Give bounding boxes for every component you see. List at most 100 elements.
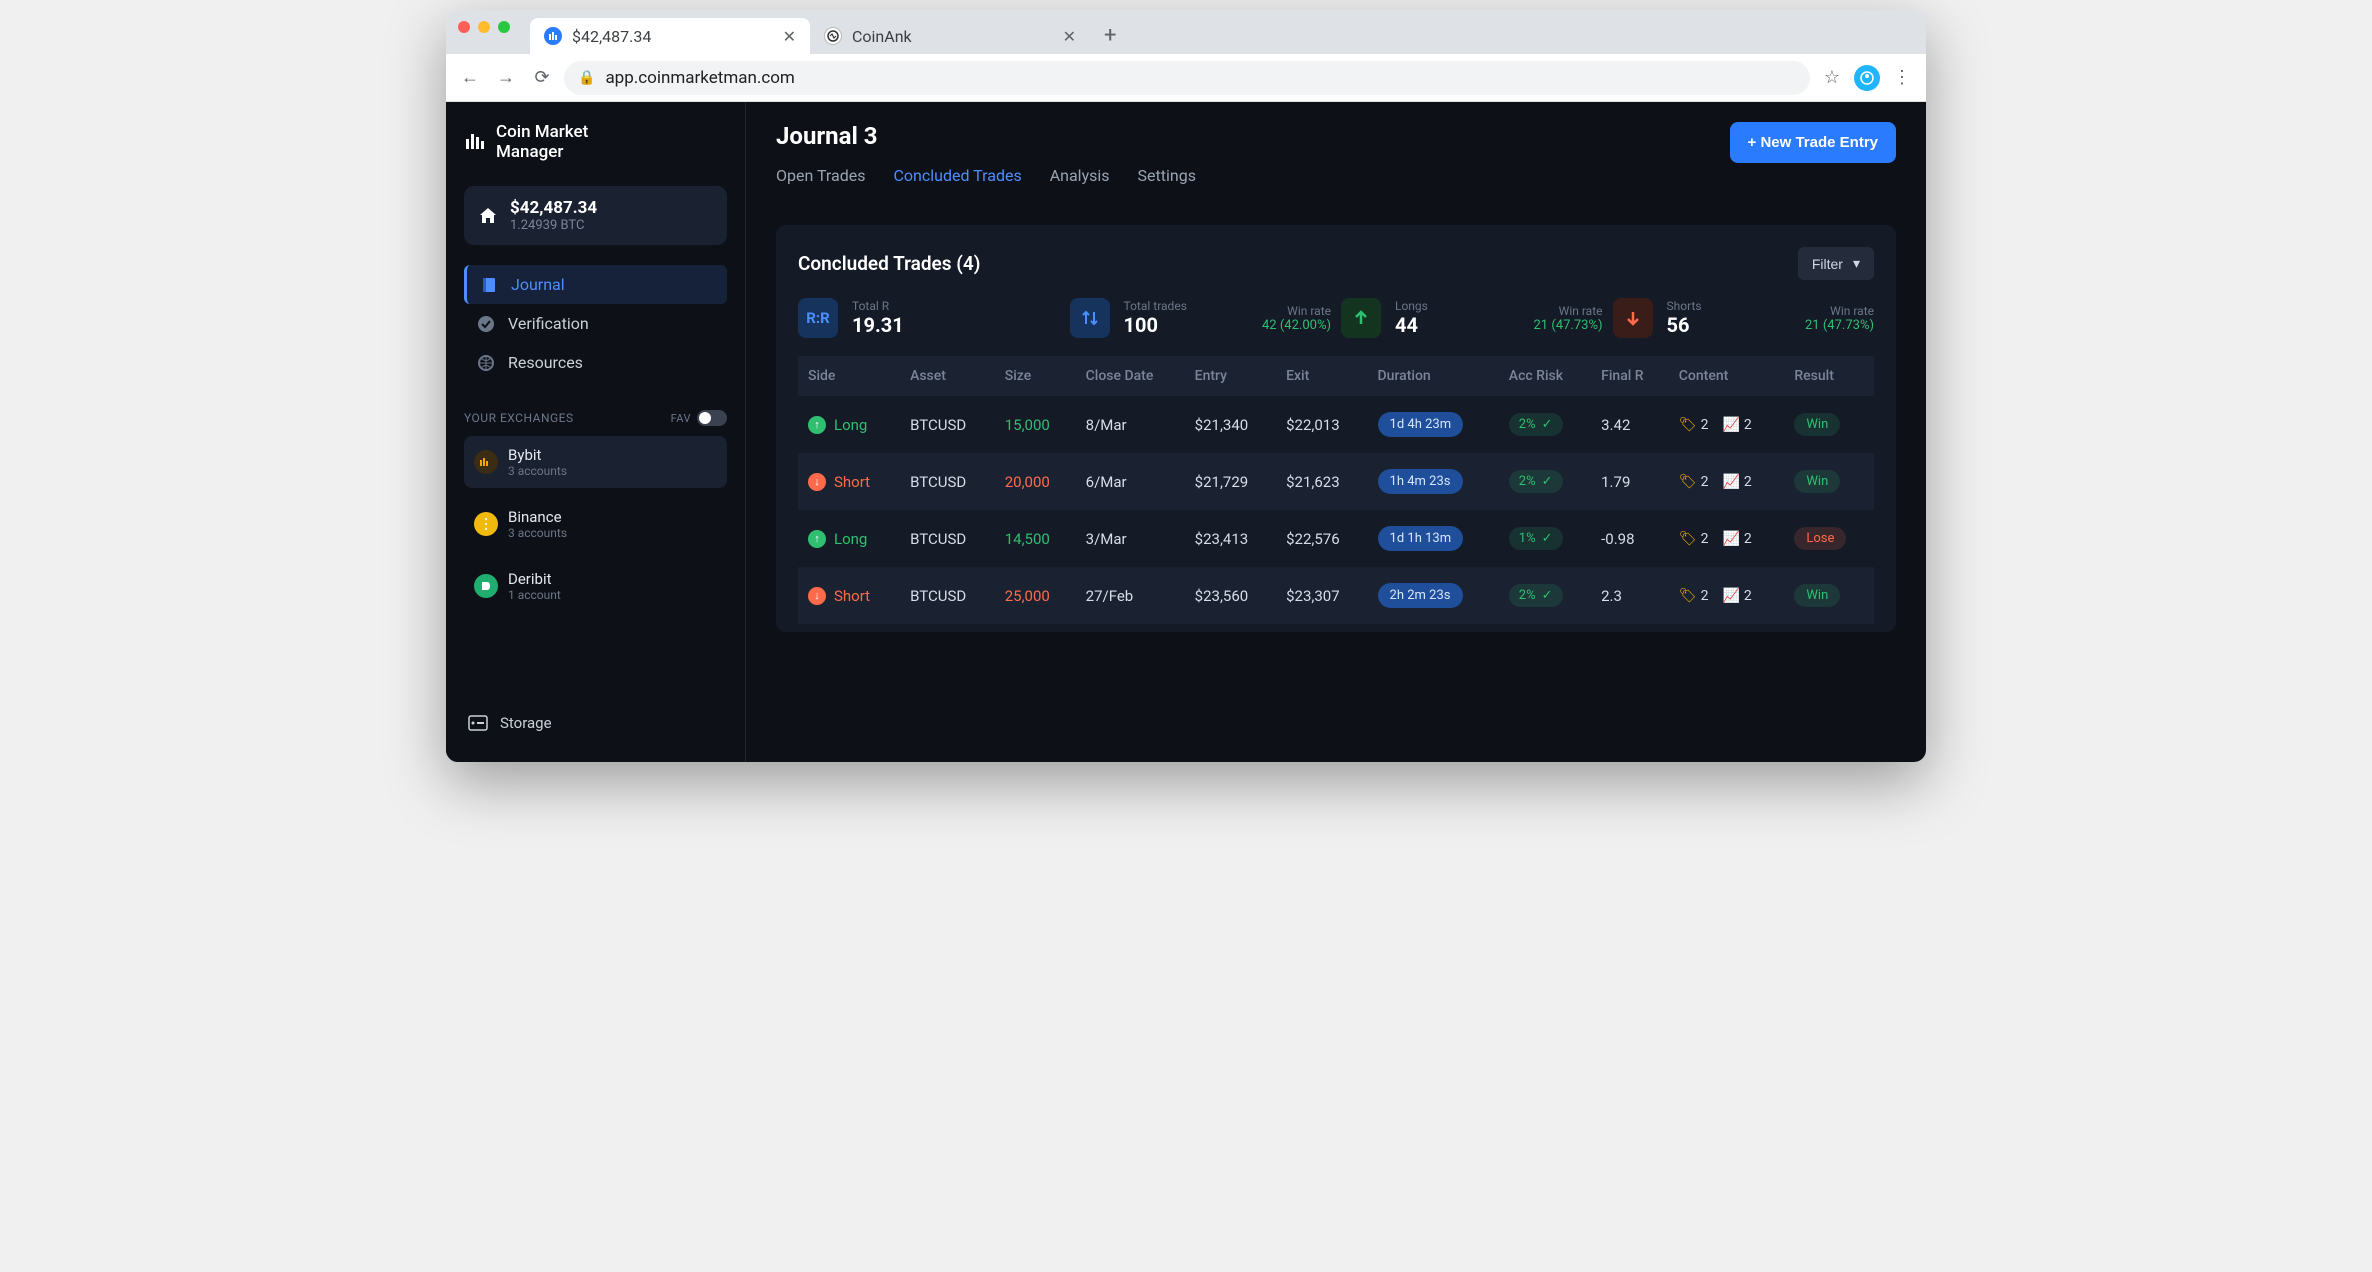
duration-pill: 1h 4m 23s (1378, 469, 1463, 494)
check-circle-icon (476, 315, 496, 333)
chart-line-icon: 📈 (1722, 417, 1739, 433)
result-pill: Win (1794, 584, 1840, 607)
forward-button[interactable]: → (492, 67, 520, 88)
balance-usd: $42,487.34 (510, 198, 597, 218)
cell-entry: $23,413 (1185, 510, 1276, 567)
col-asset[interactable]: Asset (900, 356, 995, 396)
col-exit[interactable]: Exit (1276, 356, 1367, 396)
browser-tab-active[interactable]: $42,487.34 ✕ (530, 18, 810, 54)
risk-pill: 2% ✓ (1509, 584, 1563, 607)
exchange-item-bybit[interactable]: Bybit 3 accounts (464, 436, 727, 488)
table-row[interactable]: ↓ Short BTCUSD 20,000 6/Mar $21,729 $21,… (798, 453, 1874, 510)
arrow-up-icon: ↑ (808, 530, 826, 548)
subtabs: Open Trades Concluded Trades Analysis Se… (776, 166, 1196, 191)
chart-line-icon: 📈 (1722, 474, 1739, 490)
content-icons[interactable]: 🏷2 📈2 (1679, 588, 1775, 604)
cell-exit: $22,576 (1276, 510, 1367, 567)
cell-asset: BTCUSD (900, 453, 995, 510)
bookmark-star-icon[interactable]: ☆ (1818, 67, 1846, 88)
col-entry[interactable]: Entry (1185, 356, 1276, 396)
lock-icon: 🔒 (578, 70, 595, 86)
maximize-window-icon[interactable] (498, 21, 510, 33)
reload-button[interactable]: ⟳ (528, 67, 556, 88)
col-finalr[interactable]: Final R (1591, 356, 1669, 396)
cell-asset: BTCUSD (900, 567, 995, 624)
brand-logo[interactable]: Coin Market Manager (464, 122, 727, 162)
sidebar: Coin Market Manager $42,487.34 1.24939 B… (446, 102, 746, 762)
close-tab-icon[interactable]: ✕ (1063, 27, 1076, 46)
new-trade-entry-button[interactable]: + New Trade Entry (1730, 122, 1896, 163)
content-icons[interactable]: 🏷2 📈2 (1679, 417, 1775, 433)
risk-pill: 2% ✓ (1509, 470, 1563, 493)
traffic-lights (458, 10, 530, 54)
stat-shorts: Shorts 56 Win rate 21 (47.73%) (1613, 298, 1875, 338)
tab-concluded-trades[interactable]: Concluded Trades (894, 166, 1022, 191)
profile-avatar-icon[interactable] (1854, 65, 1880, 91)
table-row[interactable]: ↓ Short BTCUSD 25,000 27/Feb $23,560 $23… (798, 567, 1874, 624)
sidebar-item-journal[interactable]: Journal (464, 265, 727, 304)
balance-card[interactable]: $42,487.34 1.24939 BTC (464, 186, 727, 245)
exchange-item-deribit[interactable]: Deribit 1 account (464, 560, 727, 612)
page-title: Journal 3 (776, 122, 1196, 150)
col-risk[interactable]: Acc Risk (1499, 356, 1591, 396)
balance-btc: 1.24939 BTC (510, 218, 597, 233)
fav-toggle-switch[interactable] (697, 410, 727, 426)
panel-title: Concluded Trades (4) (798, 252, 980, 275)
tab-settings[interactable]: Settings (1138, 166, 1196, 191)
table-header-row: Side Asset Size Close Date Entry ExitDur… (798, 356, 1874, 396)
side-label: Short (834, 473, 870, 491)
col-duration[interactable]: Duration (1368, 356, 1499, 396)
risk-pill: 2% ✓ (1509, 413, 1563, 436)
exchange-item-binance[interactable]: Binance 3 accounts (464, 498, 727, 550)
col-result[interactable]: Result (1784, 356, 1874, 396)
col-content[interactable]: Content (1669, 356, 1785, 396)
cell-exit: $22,013 (1276, 396, 1367, 453)
col-side[interactable]: Side (798, 356, 900, 396)
back-button[interactable]: ← (456, 67, 484, 88)
storage-icon (468, 715, 488, 731)
sidebar-item-storage[interactable]: Storage (464, 704, 727, 742)
cell-final-r: 3.42 (1591, 396, 1669, 453)
duration-pill: 2h 2m 23s (1378, 583, 1463, 608)
chart-line-icon: 📈 (1722, 531, 1739, 547)
content-icons[interactable]: 🏷2 📈2 (1679, 531, 1775, 547)
tag-icon: 🏷 (1679, 588, 1697, 604)
exchange-sub: 3 accounts (508, 464, 567, 478)
col-close[interactable]: Close Date (1076, 356, 1185, 396)
content-icons[interactable]: 🏷2 📈2 (1679, 474, 1775, 490)
menu-kebab-icon[interactable]: ⋮ (1888, 67, 1916, 88)
minimize-window-icon[interactable] (478, 21, 490, 33)
exchange-name: Bybit (508, 446, 567, 464)
side-badge: ↓ Short (808, 473, 890, 491)
sidebar-item-verification[interactable]: Verification (464, 304, 727, 343)
cell-final-r: 2.3 (1591, 567, 1669, 624)
exchanges-section-label: YOUR EXCHANGES FAV (464, 410, 727, 426)
tab-title: CoinAnk (852, 27, 912, 46)
new-tab-button[interactable]: + (1090, 23, 1130, 54)
chart-line-icon: 📈 (1722, 588, 1739, 604)
close-window-icon[interactable] (458, 21, 470, 33)
table-row[interactable]: ↑ Long BTCUSD 14,500 3/Mar $23,413 $22,5… (798, 510, 1874, 567)
filter-button[interactable]: Filter ▾ (1798, 247, 1874, 280)
nav-label: Resources (508, 353, 583, 372)
duration-pill: 1d 4h 23m (1378, 412, 1464, 437)
tab-analysis[interactable]: Analysis (1050, 166, 1110, 191)
col-size[interactable]: Size (995, 356, 1076, 396)
browser-tab[interactable]: CoinAnk ✕ (810, 18, 1090, 54)
check-icon: ✓ (1542, 588, 1553, 603)
sidebar-item-resources[interactable]: Resources (464, 343, 727, 382)
table-row[interactable]: ↑ Long BTCUSD 15,000 8/Mar $21,340 $22,0… (798, 396, 1874, 453)
side-badge: ↑ Long (808, 416, 890, 434)
check-icon: ✓ (1542, 474, 1553, 489)
close-tab-icon[interactable]: ✕ (783, 27, 796, 46)
address-bar[interactable]: 🔒 app.coinmarketman.com (564, 61, 1810, 95)
cell-final-r: 1.79 (1591, 453, 1669, 510)
tab-open-trades[interactable]: Open Trades (776, 166, 866, 191)
exchange-sub: 3 accounts (508, 526, 567, 540)
concluded-trades-panel: Concluded Trades (4) Filter ▾ R:R Total … (776, 225, 1896, 632)
binance-icon (474, 512, 498, 536)
brand-line2: Manager (496, 142, 588, 162)
favicon-icon (824, 27, 842, 45)
check-icon: ✓ (1542, 417, 1553, 432)
main-content: Journal 3 Open Trades Concluded Trades A… (746, 102, 1926, 762)
